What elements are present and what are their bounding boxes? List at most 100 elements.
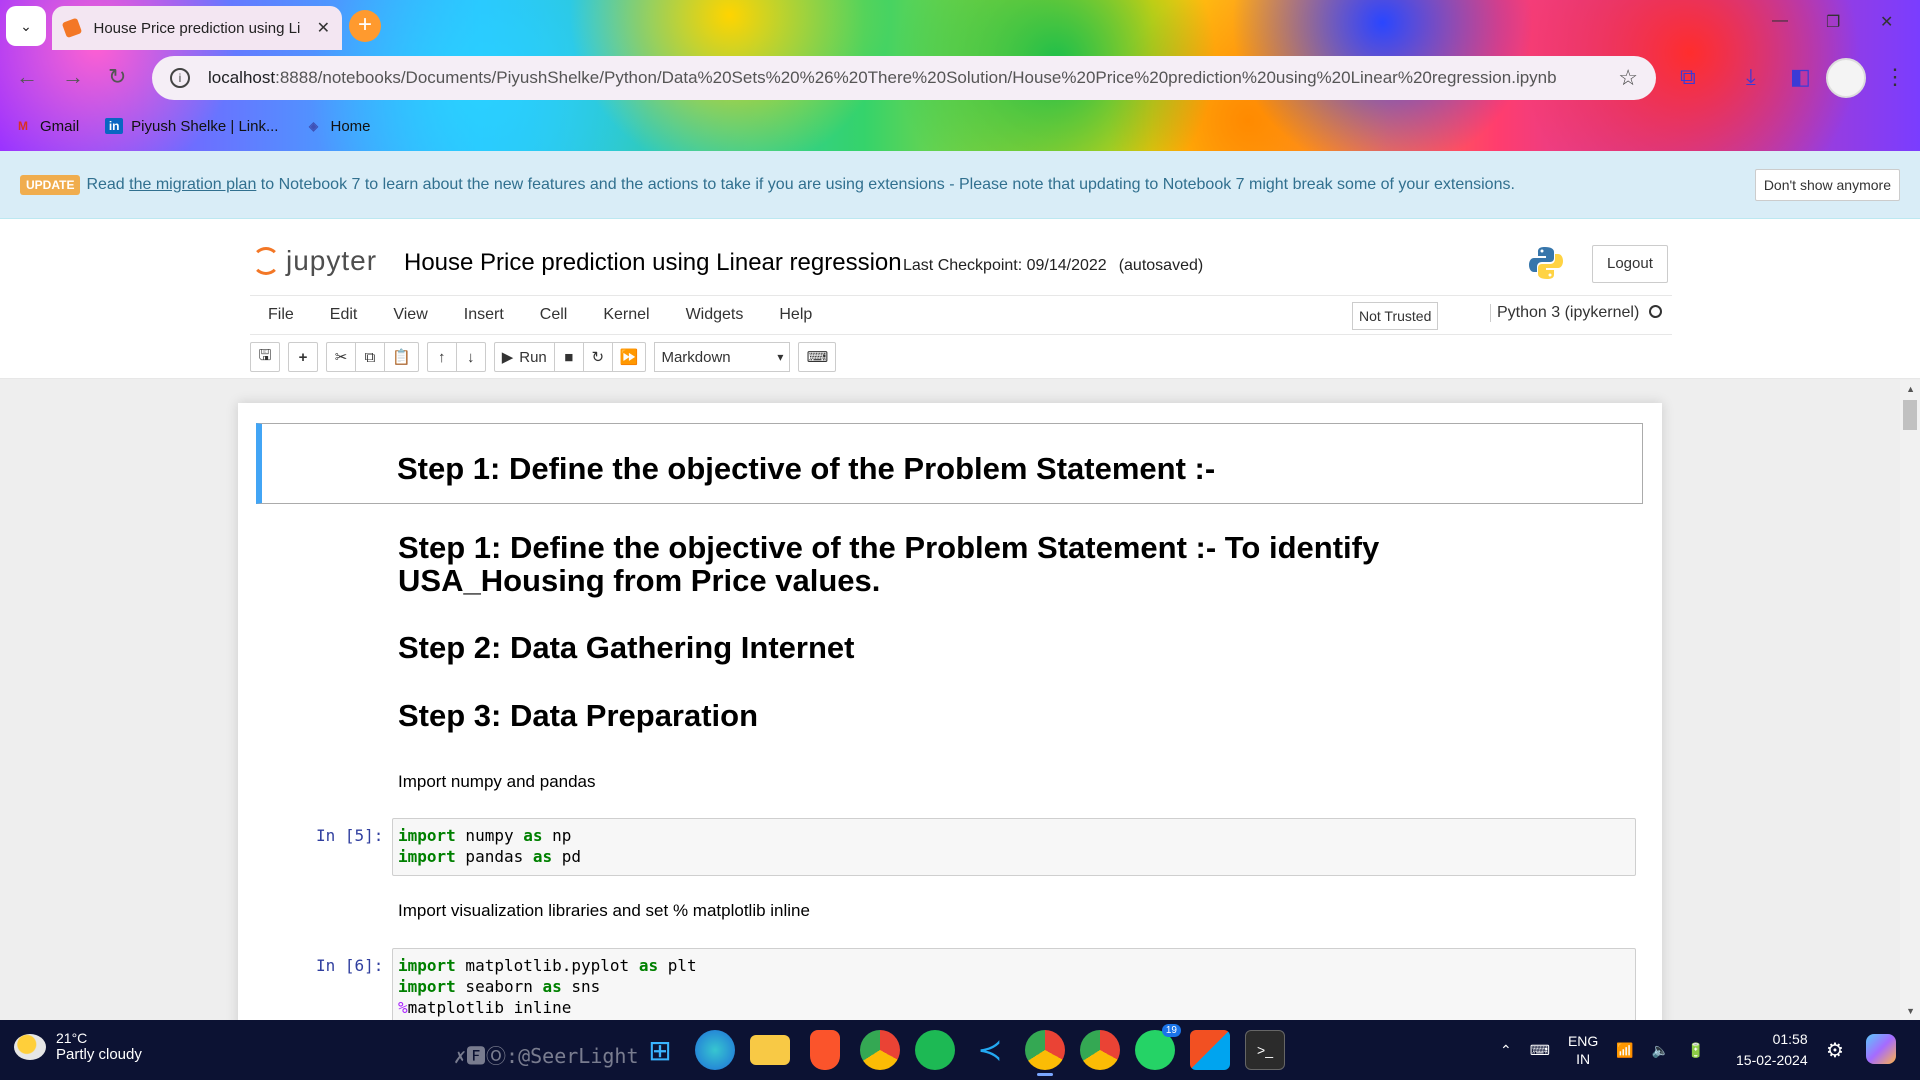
restart-button[interactable]: ↻ [582,342,613,372]
tab-search-button[interactable]: ⌄ [6,6,46,46]
new-tab-button[interactable]: + [349,10,381,42]
microsoft-store-icon[interactable] [1190,1030,1230,1070]
battery-icon[interactable]: 🔋 [1687,1042,1704,1059]
edge-icon[interactable] [695,1030,735,1070]
play-icon: ▶ [501,349,514,366]
kernel-idle-icon [1649,305,1663,318]
update-banner: UPDATE Read the migration plan to Notebo… [0,151,1920,219]
vscode-icon[interactable]: ≺ [970,1030,1010,1070]
code-line: import seaborn as sns [398,977,601,996]
command-palette-button[interactable]: ⌨ [798,342,837,372]
plus-icon: + [298,348,308,366]
gmail-icon: M [18,119,28,133]
brave-icon[interactable] [810,1030,840,1070]
language-indicator[interactable]: ENG IN [1568,1032,1598,1068]
url-text[interactable]: localhost:8888/notebooks/Documents/Piyus… [208,68,1618,88]
interrupt-button[interactable]: ■ [553,342,584,372]
code-cell[interactable]: import matplotlib.pyplot as plt import s… [392,948,1636,1020]
system-tray: ⌃ ⌨ ENG IN 📶 🔈 🔋 [1500,1032,1705,1068]
menu-cell[interactable]: Cell [522,306,586,324]
menu-kernel[interactable]: Kernel [585,306,667,324]
jupyter-orb-icon [252,247,280,275]
browser-tab-active[interactable]: House Price prediction using Li ✕ [52,6,342,50]
move-up-button[interactable]: ↑ [426,342,457,372]
bookmark-gmail[interactable]: M Gmail [14,118,79,135]
dont-show-anymore-button[interactable]: Don't show anymore [1754,169,1900,201]
back-arrow-icon[interactable]: ← [16,64,38,90]
side-panel-icon[interactable]: ◧ [1790,64,1811,90]
chevron-down-icon: ▾ [777,350,784,364]
copilot-icon[interactable] [1866,1034,1896,1064]
weather-widget[interactable]: 21°C Partly cloudy [14,1030,142,1063]
close-icon[interactable]: ✕ [317,18,330,38]
notebook-container: Step 1: Define the objective of the Prob… [238,403,1662,1020]
menu-edit[interactable]: Edit [312,306,376,324]
menu-view[interactable]: View [375,306,445,324]
menu-file[interactable]: File [250,306,312,324]
chevron-up-icon[interactable]: ⌃ [1500,1042,1512,1059]
extensions-icon[interactable]: ⧉ [1680,64,1696,90]
insert-cell-button[interactable]: + [288,342,318,372]
site-info-icon[interactable]: i [170,68,190,88]
trust-indicator[interactable]: Not Trusted [1352,302,1439,330]
address-bar[interactable]: i localhost:8888/notebooks/Documents/Piy… [152,56,1656,100]
reload-icon[interactable]: ↻ [108,64,126,90]
cell-type-select[interactable]: Markdown ▾ [654,342,791,372]
clock[interactable]: 01:58 15-02-2024 [1736,1029,1808,1071]
code-cell[interactable]: import numpy as np import pandas as pd [392,818,1636,876]
arrow-up-icon: ↑ [437,348,446,366]
more-menu-icon[interactable]: ⋮ [1884,64,1906,90]
terminal-icon[interactable]: >_ [1245,1030,1285,1070]
volume-icon[interactable]: 🔈 [1652,1042,1669,1059]
logout-button[interactable]: Logout [1592,245,1668,283]
scroll-down-icon[interactable]: ▼ [1906,1006,1915,1016]
menu-insert[interactable]: Insert [446,306,522,324]
notebook-favicon-icon [61,17,82,39]
run-button[interactable]: ▶ Run [493,342,555,372]
partly-cloudy-icon [14,1033,46,1060]
restore-icon[interactable]: ❐ [1826,12,1840,32]
fast-forward-icon: ⏩ [619,349,639,366]
bookmarks-bar: M Gmail in Piyush Shelke | Link... ◈ Hom… [0,106,1920,146]
scroll-up-icon[interactable]: ▲ [1906,384,1915,394]
jupyter-logo[interactable]: jupyter [252,245,377,277]
cut-button[interactable]: ✂ [326,342,356,372]
forward-arrow-icon[interactable]: → [62,64,84,90]
profile-avatar[interactable] [1826,58,1866,98]
bookmark-star-icon[interactable]: ☆ [1618,65,1638,91]
input-prompt: In [6]: [316,956,384,975]
wifi-icon[interactable]: 📶 [1616,1042,1633,1059]
copy-icon: ⧉ [364,348,376,366]
selected-markdown-cell[interactable]: Step 1: Define the objective of the Prob… [256,423,1643,504]
bookmark-home[interactable]: ◈ Home [304,118,371,135]
save-button[interactable]: 🖫 [250,342,280,372]
menu-help[interactable]: Help [761,306,830,324]
chrome-active-icon[interactable] [1025,1030,1065,1076]
vertical-scrollbar[interactable]: ▲ ▼ [1900,380,1920,1020]
chrome-profile-icon[interactable] [1080,1030,1120,1070]
notebook-title[interactable]: House Price prediction using Linear regr… [404,249,902,277]
move-down-button[interactable]: ↓ [455,342,486,372]
bookmark-linkedin[interactable]: in Piyush Shelke | Link... [105,118,278,135]
copy-button[interactable]: ⧉ [355,342,385,372]
code-line: import numpy as np [398,826,572,845]
spotify-icon[interactable] [915,1030,955,1070]
chrome-icon[interactable] [860,1030,900,1070]
restart-run-all-button[interactable]: ⏩ [611,342,647,372]
heading-step-2: Step 2: Data Gathering Internet [398,630,855,665]
file-explorer-icon[interactable] [750,1035,790,1065]
migration-plan-link[interactable]: the migration plan [129,176,256,193]
menu-widgets[interactable]: Widgets [668,306,762,324]
start-windows-icon[interactable]: ⊞ [640,1030,680,1070]
paste-button[interactable]: 📋 [384,342,419,372]
settings-gear-icon[interactable]: ⚙ [1826,1038,1844,1063]
paste-icon: 📋 [392,349,411,366]
minimize-icon[interactable]: — [1772,12,1788,30]
home-icon: ◈ [308,119,319,133]
scrollbar-thumb[interactable] [1903,400,1917,430]
whatsapp-icon[interactable]: 19 [1135,1024,1181,1070]
download-icon[interactable]: ⤓ [1746,64,1756,90]
input-prompt: In [5]: [316,826,384,845]
window-close-icon[interactable]: ✕ [1880,12,1893,32]
keyboard-icon[interactable]: ⌨ [1530,1042,1550,1059]
